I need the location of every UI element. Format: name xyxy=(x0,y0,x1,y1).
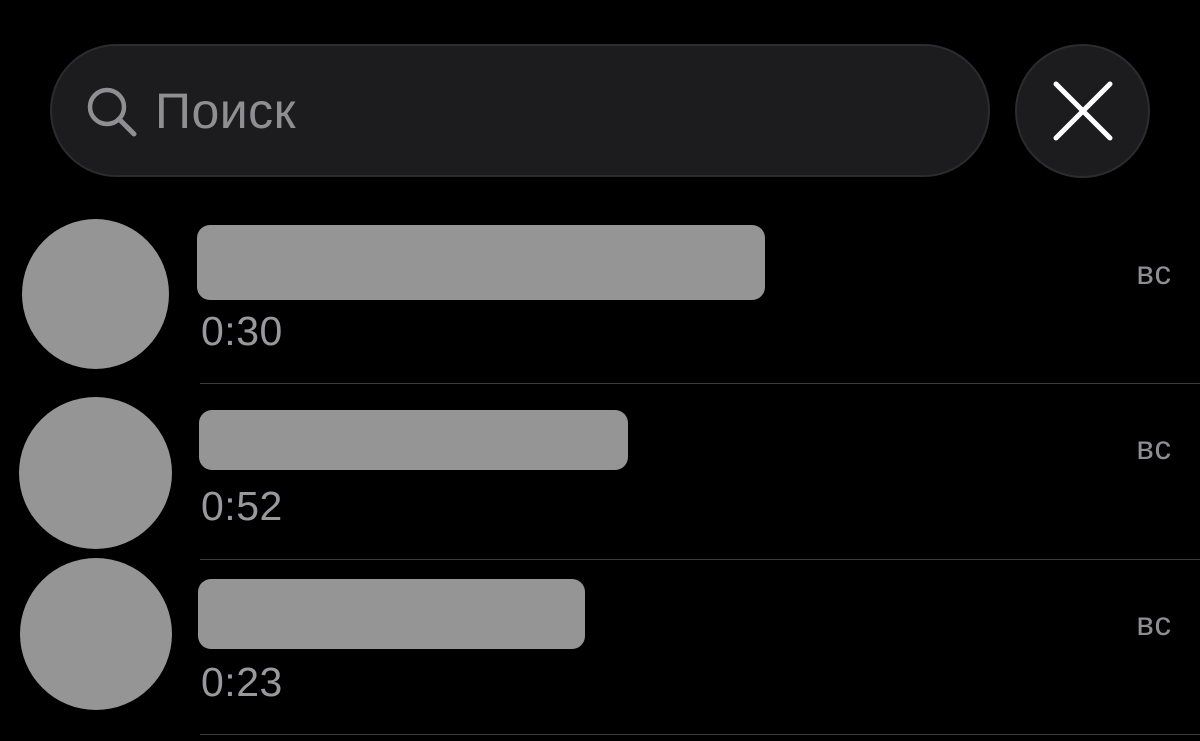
divider xyxy=(200,383,1200,384)
divider xyxy=(200,734,1200,735)
call-day: вс xyxy=(1136,605,1172,642)
call-duration: 0:30 xyxy=(201,308,283,354)
redacted-name xyxy=(199,410,628,470)
search-icon xyxy=(87,87,137,137)
close-icon[interactable] xyxy=(1050,78,1116,144)
redacted-name xyxy=(198,579,585,649)
search-placeholder[interactable]: Поиск xyxy=(155,82,296,140)
avatar xyxy=(19,397,172,549)
avatar xyxy=(20,558,172,710)
call-duration: 0:52 xyxy=(201,483,283,529)
call-day: вс xyxy=(1136,429,1172,466)
call-day: вс xyxy=(1136,254,1172,291)
call-duration: 0:23 xyxy=(201,659,283,705)
redacted-name xyxy=(197,225,765,300)
divider xyxy=(200,559,1200,560)
avatar xyxy=(22,219,169,369)
